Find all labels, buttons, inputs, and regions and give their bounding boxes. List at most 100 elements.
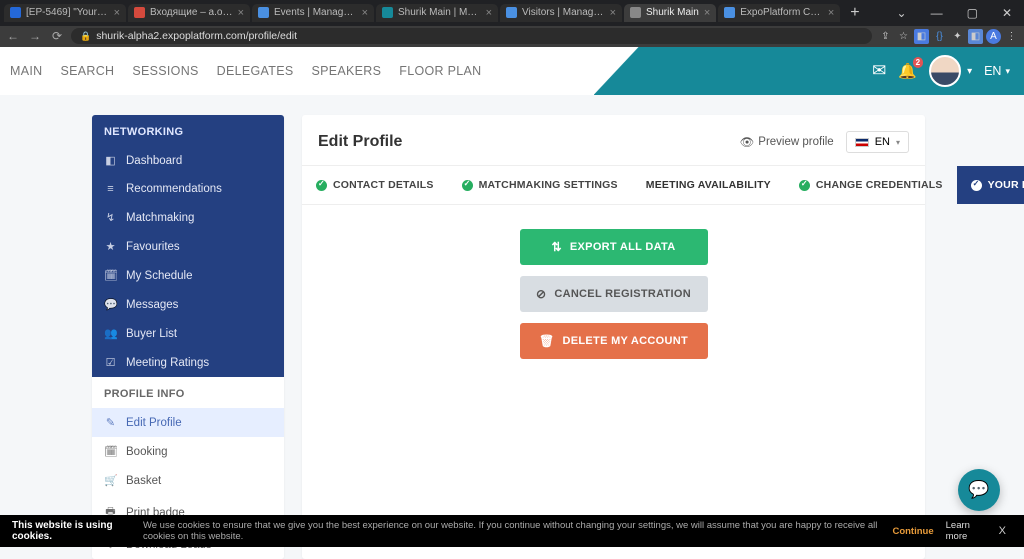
new-tab-button[interactable]: + [842,4,867,22]
chevron-down-icon[interactable]: ⌄ [885,6,919,20]
sidebar-item-favourites[interactable]: ★Favourites [92,232,284,261]
cookie-learn-more-link[interactable]: Learn more [946,520,989,542]
chevron-down-icon: ▾ [1005,66,1010,77]
main-nav: MAIN SEARCH SESSIONS DELEGATES SPEAKERS … [0,47,639,95]
calendar-icon: 🗓 [104,445,117,458]
user-controls: ✉ 🔔2 ▾ EN ▾ [639,47,1024,95]
avatar [929,55,961,87]
tab-your-data[interactable]: YOUR DATA [957,166,1024,204]
cancel-registration-button[interactable]: ⊘CANCEL REGISTRATION [520,276,708,312]
sidebar: NETWORKING ◧Dashboard ≡Recommendations ↯… [92,115,284,559]
chat-fab[interactable]: 💬 [958,469,1000,511]
cookie-title: This website is using cookies. [12,520,139,542]
tab-matchmaking-settings[interactable]: MATCHMAKING SETTINGS [448,166,632,204]
share-icon[interactable]: ⇪ [878,29,893,44]
ext-icon[interactable]: ◧ [914,29,929,44]
chevron-down-icon: ▾ [967,66,972,77]
check-icon [462,180,473,191]
calendar-icon: 🗓 [104,269,117,282]
sidebar-item-recommendations[interactable]: ≡Recommendations [92,175,284,203]
sidebar-item-schedule[interactable]: 🗓My Schedule [92,261,284,290]
tab-close-icon[interactable]: × [238,7,244,19]
window-close[interactable]: ✕ [990,6,1024,20]
sidebar-item-edit-profile[interactable]: ✎Edit Profile [92,408,284,437]
sidebar-item-messages[interactable]: 💬Messages [92,290,284,319]
browser-tab[interactable]: [EP-5469] "Your data" tab× [4,4,126,22]
cookie-message: We use cookies to ensure that we give yo… [143,520,885,542]
card-header: Edit Profile 👁 Preview profile EN ▾ [302,115,925,165]
sidebar-item-buyer-list[interactable]: 👥Buyer List [92,319,284,348]
lock-icon: 🔒 [80,31,91,42]
sidebar-item-booking[interactable]: 🗓Booking [92,437,284,466]
nav-floorplan[interactable]: FLOOR PLAN [399,64,481,78]
dashboard-icon: ◧ [104,154,117,167]
language-select[interactable]: EN ▾ [984,64,1010,78]
profile-card: Edit Profile 👁 Preview profile EN ▾ CONT… [302,115,925,559]
notifications-button[interactable]: 🔔2 [898,62,917,80]
avatar-icon[interactable]: A [986,29,1001,44]
tab-close-icon[interactable]: × [486,7,492,19]
menu-icon[interactable]: ⋮ [1004,29,1019,44]
browser-tab-active[interactable]: Shurik Main× [624,4,716,22]
check-icon [971,180,982,191]
cookie-close-button[interactable]: X [993,525,1012,537]
sidebar-item-dashboard[interactable]: ◧Dashboard [92,146,284,175]
cookie-bar: This website is using cookies. We use co… [0,515,1024,547]
tab-change-credentials[interactable]: CHANGE CREDENTIALS [785,166,957,204]
sidebar-item-ratings[interactable]: ☑Meeting Ratings [92,348,284,377]
tab-close-icon[interactable]: × [704,7,710,19]
tab-close-icon[interactable]: × [114,7,120,19]
tab-contact-details[interactable]: CONTACT DETAILS [302,166,448,204]
window-minimize[interactable]: — [919,6,955,20]
puzzle-icon[interactable]: ✦ [950,29,965,44]
chat-icon: 💬 [968,480,989,500]
sidebar-item-basket[interactable]: 🛒Basket [92,466,284,495]
card-body: ⇅EXPORT ALL DATA ⊘CANCEL REGISTRATION 🗑D… [302,205,925,383]
browser-tab[interactable]: ExpoPlatform Community…× [718,4,840,22]
nav-reload[interactable]: ⟳ [49,29,65,43]
browser-tab[interactable]: Shurik Main | Managemen…× [376,4,498,22]
browser-tab[interactable]: Events | Management Sys…× [252,4,374,22]
profile-tab-bar: CONTACT DETAILS MATCHMAKING SETTINGS MEE… [302,165,925,205]
star-icon[interactable]: ☆ [896,29,911,44]
list-icon: ≡ [104,183,117,195]
preview-profile-link[interactable]: 👁 Preview profile [740,135,834,149]
nav-delegates[interactable]: DELEGATES [217,64,294,78]
nav-main[interactable]: MAIN [10,64,42,78]
user-menu[interactable]: ▾ [929,55,972,87]
tab-meeting-availability[interactable]: MEETING AVAILABILITY [632,166,785,204]
nav-speakers[interactable]: SPEAKERS [311,64,381,78]
ext-icon[interactable]: ◧ [968,29,983,44]
tab-close-icon[interactable]: × [828,7,834,19]
nav-search[interactable]: SEARCH [60,64,114,78]
url-row: ← → ⟳ 🔒 shurik-alpha2.expoplatform.com/p… [0,26,1024,47]
nav-forward[interactable]: → [27,29,43,43]
nav-sessions[interactable]: SESSIONS [132,64,198,78]
nav-back[interactable]: ← [5,29,21,43]
delete-account-button[interactable]: 🗑DELETE MY ACCOUNT [520,323,708,359]
browser-tab[interactable]: Visitors | Management Sys…× [500,4,622,22]
export-all-data-button[interactable]: ⇅EXPORT ALL DATA [520,229,708,265]
check-icon [799,180,810,191]
match-icon: ↯ [104,211,117,224]
tab-close-icon[interactable]: × [362,7,368,19]
trash-icon: 🗑 [539,334,555,348]
mail-icon[interactable]: ✉ [872,61,886,81]
tab-close-icon[interactable]: × [610,7,616,19]
url-bar[interactable]: 🔒 shurik-alpha2.expoplatform.com/profile… [71,28,872,44]
sidebar-item-matchmaking[interactable]: ↯Matchmaking [92,203,284,232]
cookie-continue-link[interactable]: Continue [892,526,933,537]
cancel-icon: ⊘ [536,287,546,301]
browser-tab[interactable]: Входящие – a.ozernyuk@…× [128,4,250,22]
chat-icon: 💬 [104,298,117,311]
profile-language-select[interactable]: EN ▾ [846,131,909,153]
url-text: shurik-alpha2.expoplatform.com/profile/e… [96,30,297,42]
sidebar-header-networking: NETWORKING [92,115,284,146]
window-maximize[interactable]: ▢ [955,6,990,20]
browser-chrome: [EP-5469] "Your data" tab× Входящие – a.… [0,0,1024,47]
ext-icon[interactable]: {} [932,29,947,44]
check-icon [316,180,327,191]
extensions: ⇪ ☆ ◧ {} ✦ ◧ A ⋮ [878,29,1019,44]
people-icon: 👥 [104,327,117,340]
sidebar-header-profile: PROFILE INFO [92,377,284,408]
